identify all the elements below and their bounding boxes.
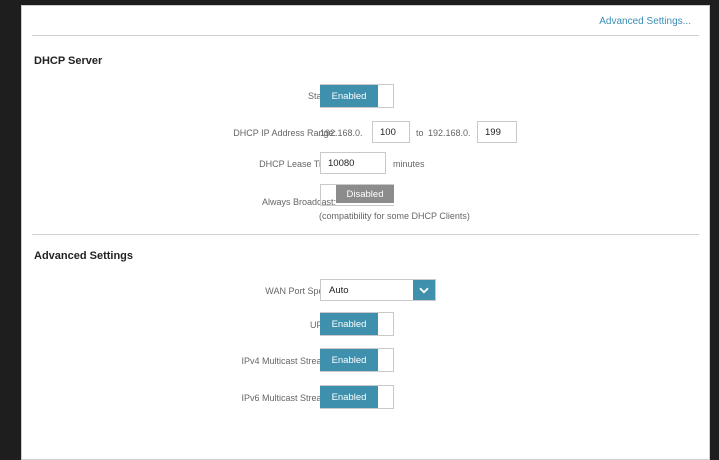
range-start-input[interactable]: 100: [372, 121, 410, 143]
toggle-knob: [379, 313, 393, 335]
toggle-state-text: Enabled: [320, 313, 378, 335]
toggle-knob: [379, 85, 393, 107]
settings-panel: Advanced Settings... DHCP Server Status:…: [21, 5, 710, 460]
lease-unit-text: minutes: [393, 159, 425, 169]
toggle-knob: [379, 386, 393, 408]
toggle-state-text: Enabled: [320, 85, 378, 107]
toggle-knob: [379, 349, 393, 371]
dhcp-section-title: DHCP Server: [34, 55, 103, 67]
advanced-section-title: Advanced Settings: [34, 250, 134, 262]
upnp-toggle[interactable]: Enabled: [320, 312, 394, 336]
dhcp-status-toggle[interactable]: Enabled: [320, 84, 394, 108]
advanced-settings-link[interactable]: Advanced Settings...: [599, 16, 691, 27]
section-divider: [32, 234, 699, 235]
toggle-state-text: Disabled: [336, 185, 394, 203]
wan-speed-select[interactable]: Auto: [320, 279, 436, 301]
lease-time-input[interactable]: 10080: [320, 152, 386, 174]
toggle-state-text: Enabled: [320, 386, 378, 408]
chevron-down-icon[interactable]: [413, 280, 435, 300]
broadcast-note: (compatibility for some DHCP Clients): [319, 211, 470, 221]
always-broadcast-toggle[interactable]: Disabled: [320, 184, 394, 206]
wan-speed-value: Auto: [329, 285, 349, 296]
top-divider: [32, 35, 699, 36]
range-start-prefix: 192.168.0.: [320, 128, 363, 138]
ipv4-multicast-toggle[interactable]: Enabled: [320, 348, 394, 372]
toggle-state-text: Enabled: [320, 349, 378, 371]
ipv6-multicast-toggle[interactable]: Enabled: [320, 385, 394, 409]
range-to-text: to: [416, 128, 424, 138]
range-end-input[interactable]: 199: [477, 121, 517, 143]
range-end-prefix: 192.168.0.: [428, 128, 471, 138]
